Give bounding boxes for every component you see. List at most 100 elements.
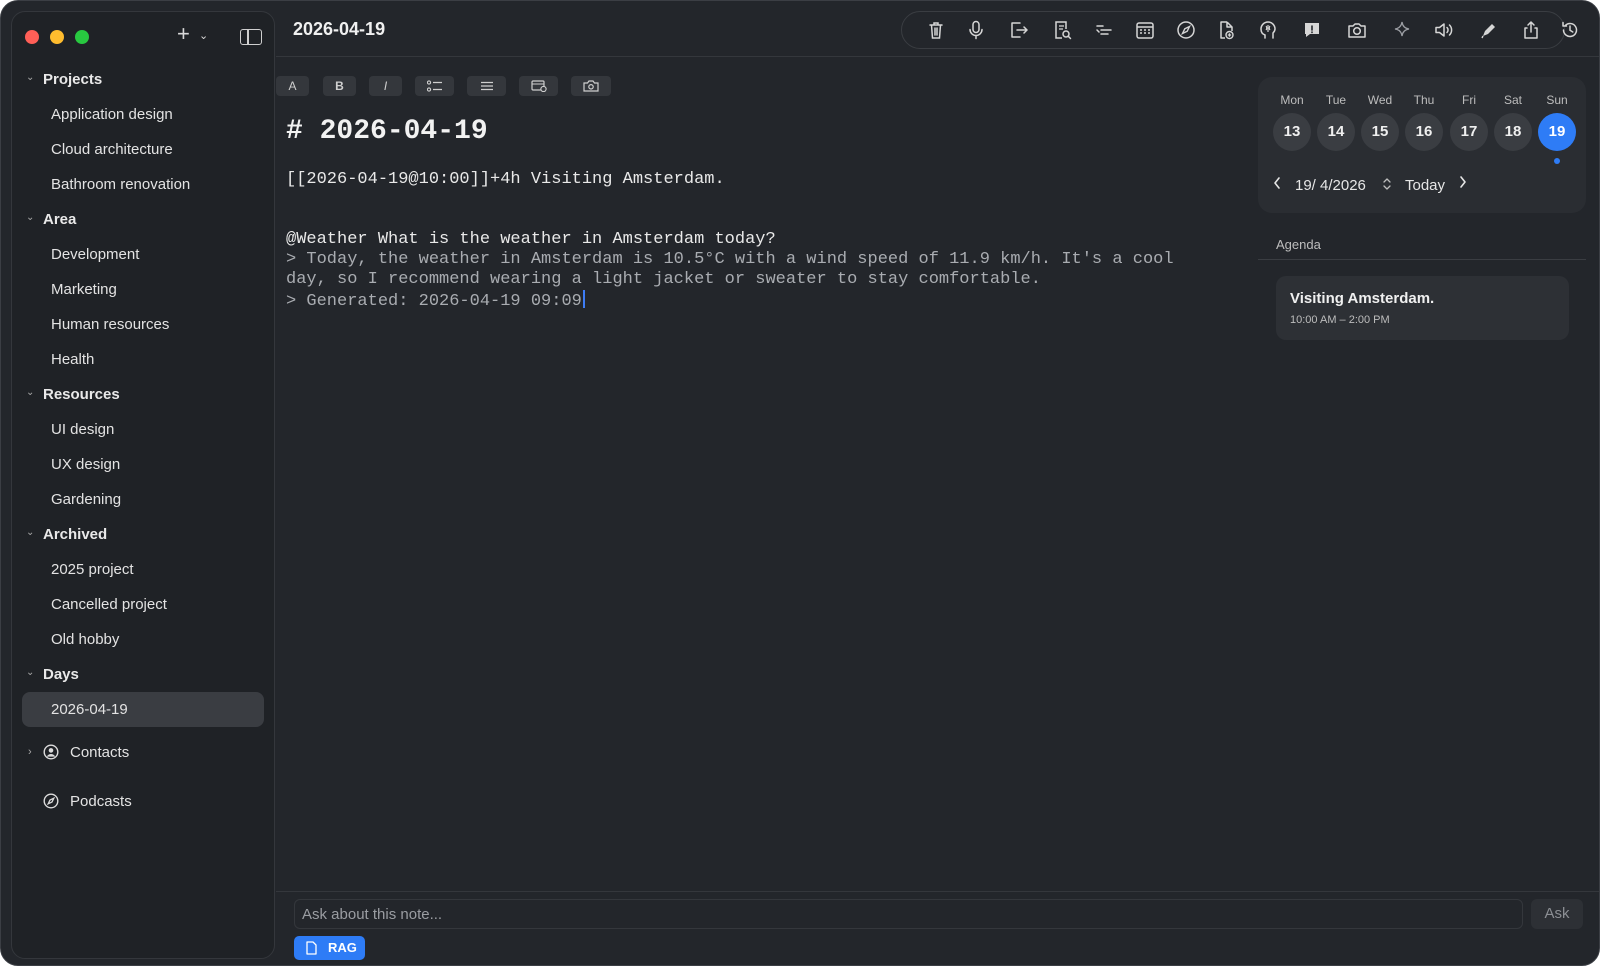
group-days[interactable]: ⌄ Days (12, 657, 274, 692)
group-projects[interactable]: ⌄ Projects (12, 62, 274, 97)
camera-icon[interactable] (1346, 19, 1368, 41)
indent-icon[interactable] (1093, 19, 1115, 41)
calendar-date-16[interactable]: 16 (1405, 113, 1443, 151)
pen-icon[interactable] (1478, 19, 1500, 41)
rag-toggle-button[interactable]: RAG (294, 936, 365, 960)
insert-photo-button[interactable] (571, 76, 611, 96)
agenda-heading: Agenda (1276, 237, 1321, 252)
group-resources[interactable]: ⌄ Resources (12, 377, 274, 412)
font-format-button[interactable]: A (276, 76, 309, 96)
sidebar-item-label: Health (51, 351, 95, 368)
calendar-date-17[interactable]: 17 (1450, 113, 1488, 151)
minimize-window-button[interactable] (50, 30, 64, 44)
generated-line: > Generated: 2026-04-19 09:09 (286, 292, 582, 311)
sidebar-item-label: UX design (51, 456, 121, 473)
previous-week-button[interactable] (1272, 175, 1282, 195)
sidebar-item-ux-design[interactable]: UX design (12, 447, 274, 482)
sidebar-item-podcasts[interactable]: Podcasts (12, 786, 274, 816)
sidebar-item-application-design[interactable]: Application design (12, 97, 274, 132)
sidebar-item-development[interactable]: Development (12, 237, 274, 272)
event-time: 10:00 AM – 2:00 PM (1290, 314, 1390, 326)
share-icon[interactable] (1520, 19, 1542, 41)
calendar-icon[interactable] (1134, 19, 1156, 41)
sidebar-item-old-hobby[interactable]: Old hobby (12, 622, 274, 657)
chevron-down-icon: ⌄ (199, 30, 209, 42)
chat-icon[interactable] (1301, 19, 1323, 41)
weather-answer-line-1: > Today, the weather in Amsterdam is 10.… (286, 250, 1174, 269)
sidebar-item-contacts[interactable]: › Contacts (12, 737, 274, 767)
export-icon[interactable] (1007, 19, 1029, 41)
note-heading: # 2026-04-19 (286, 116, 488, 147)
weekday-label: Fri (1462, 93, 1476, 107)
group-label: Resources (43, 386, 120, 403)
sidebar-item-2026-04-19[interactable]: 2026-04-19 (22, 692, 264, 727)
insert-table-button[interactable] (519, 76, 558, 96)
chevron-right-icon (1460, 176, 1466, 188)
next-week-button[interactable] (1458, 175, 1468, 193)
ask-input[interactable] (294, 899, 1523, 929)
calendar-date-14[interactable]: 14 (1317, 113, 1355, 151)
weekday-label: Mon (1280, 93, 1304, 107)
date-stepper-icon[interactable] (1382, 176, 1392, 196)
bold-label: B (335, 79, 344, 93)
group-archived[interactable]: ⌄ Archived (12, 517, 274, 552)
document-icon (306, 941, 317, 955)
sidebar-item-ui-design[interactable]: UI design (12, 412, 274, 447)
chevron-down-icon: ⌄ (26, 212, 35, 223)
history-icon[interactable] (1559, 19, 1581, 41)
sidebar-item-label: Application design (51, 106, 173, 123)
week-calendar: Mon Tue Wed Thu Fri Sat Sun 13 14 15 16 … (1258, 77, 1586, 213)
weather-query-line: @Weather What is the weather in Amsterda… (286, 230, 776, 249)
speaker-icon[interactable] (1433, 19, 1455, 41)
microphone-icon[interactable] (965, 19, 987, 41)
checklist-button[interactable] (415, 76, 454, 96)
date-field[interactable]: 19/ 4/2026 (1295, 177, 1366, 194)
agenda-event-card[interactable]: Visiting Amsterdam. 10:00 AM – 2:00 PM (1276, 276, 1569, 340)
add-file-icon[interactable] (1215, 19, 1237, 41)
sidebar-item-cancelled-project[interactable]: Cancelled project (12, 587, 274, 622)
sidebar-item-health[interactable]: Health (12, 342, 274, 377)
maximize-window-button[interactable] (75, 30, 89, 44)
trash-icon[interactable] (925, 19, 947, 41)
sidebar-item-label: Gardening (51, 491, 122, 508)
calendar-date-19-selected[interactable]: 19 (1538, 113, 1576, 151)
sparkle-icon[interactable] (1391, 19, 1413, 41)
sidebar-item-marketing[interactable]: Marketing (12, 272, 274, 307)
chevron-down-icon: ⌄ (26, 667, 35, 678)
weather-answer-line-2: day, so I recommend wearing a light jack… (286, 270, 1041, 289)
calendar-date-18[interactable]: 18 (1494, 113, 1532, 151)
italic-button[interactable]: I (369, 76, 402, 96)
sidebar-item-cloud-architecture[interactable]: Cloud architecture (12, 132, 274, 167)
sidebar-item-label: UI design (51, 421, 115, 438)
event-indicator-dot (1554, 158, 1560, 164)
weekday-label: Thu (1413, 93, 1435, 107)
chevron-down-icon: ⌄ (26, 72, 35, 83)
list-icon (480, 81, 493, 91)
list-button[interactable] (467, 76, 506, 96)
calendar-date-13[interactable]: 13 (1273, 113, 1311, 151)
compass-icon (43, 793, 59, 809)
compass-icon[interactable] (1175, 19, 1197, 41)
chevron-right-icon: › (28, 746, 32, 758)
brain-icon[interactable] (1257, 19, 1279, 41)
podcasts-label: Podcasts (70, 792, 132, 810)
contacts-label: Contacts (70, 743, 130, 761)
sidebar-item-label: Cloud architecture (51, 141, 173, 158)
sidebar-item-2025-project[interactable]: 2025 project (12, 552, 274, 587)
checklist-icon (426, 80, 442, 92)
search-document-icon[interactable] (1051, 19, 1073, 41)
sidebar-item-human-resources[interactable]: Human resources (12, 307, 274, 342)
close-window-button[interactable] (25, 30, 39, 44)
table-add-icon (530, 80, 547, 93)
sidebar-item-label: Old hobby (51, 631, 120, 648)
sidebar-item-bathroom-renovation[interactable]: Bathroom renovation (12, 167, 274, 202)
ask-button[interactable]: Ask (1531, 899, 1583, 929)
sidebar-item-label: Bathroom renovation (51, 176, 191, 193)
calendar-date-15[interactable]: 15 (1361, 113, 1399, 151)
group-area[interactable]: ⌄ Area (12, 202, 274, 237)
bold-button[interactable]: B (323, 76, 356, 96)
add-menu-button[interactable]: + ⌄ (177, 22, 213, 48)
sidebar-toggle-icon[interactable] (240, 29, 262, 45)
today-button[interactable]: Today (1405, 177, 1445, 194)
sidebar-item-gardening[interactable]: Gardening (12, 482, 274, 517)
